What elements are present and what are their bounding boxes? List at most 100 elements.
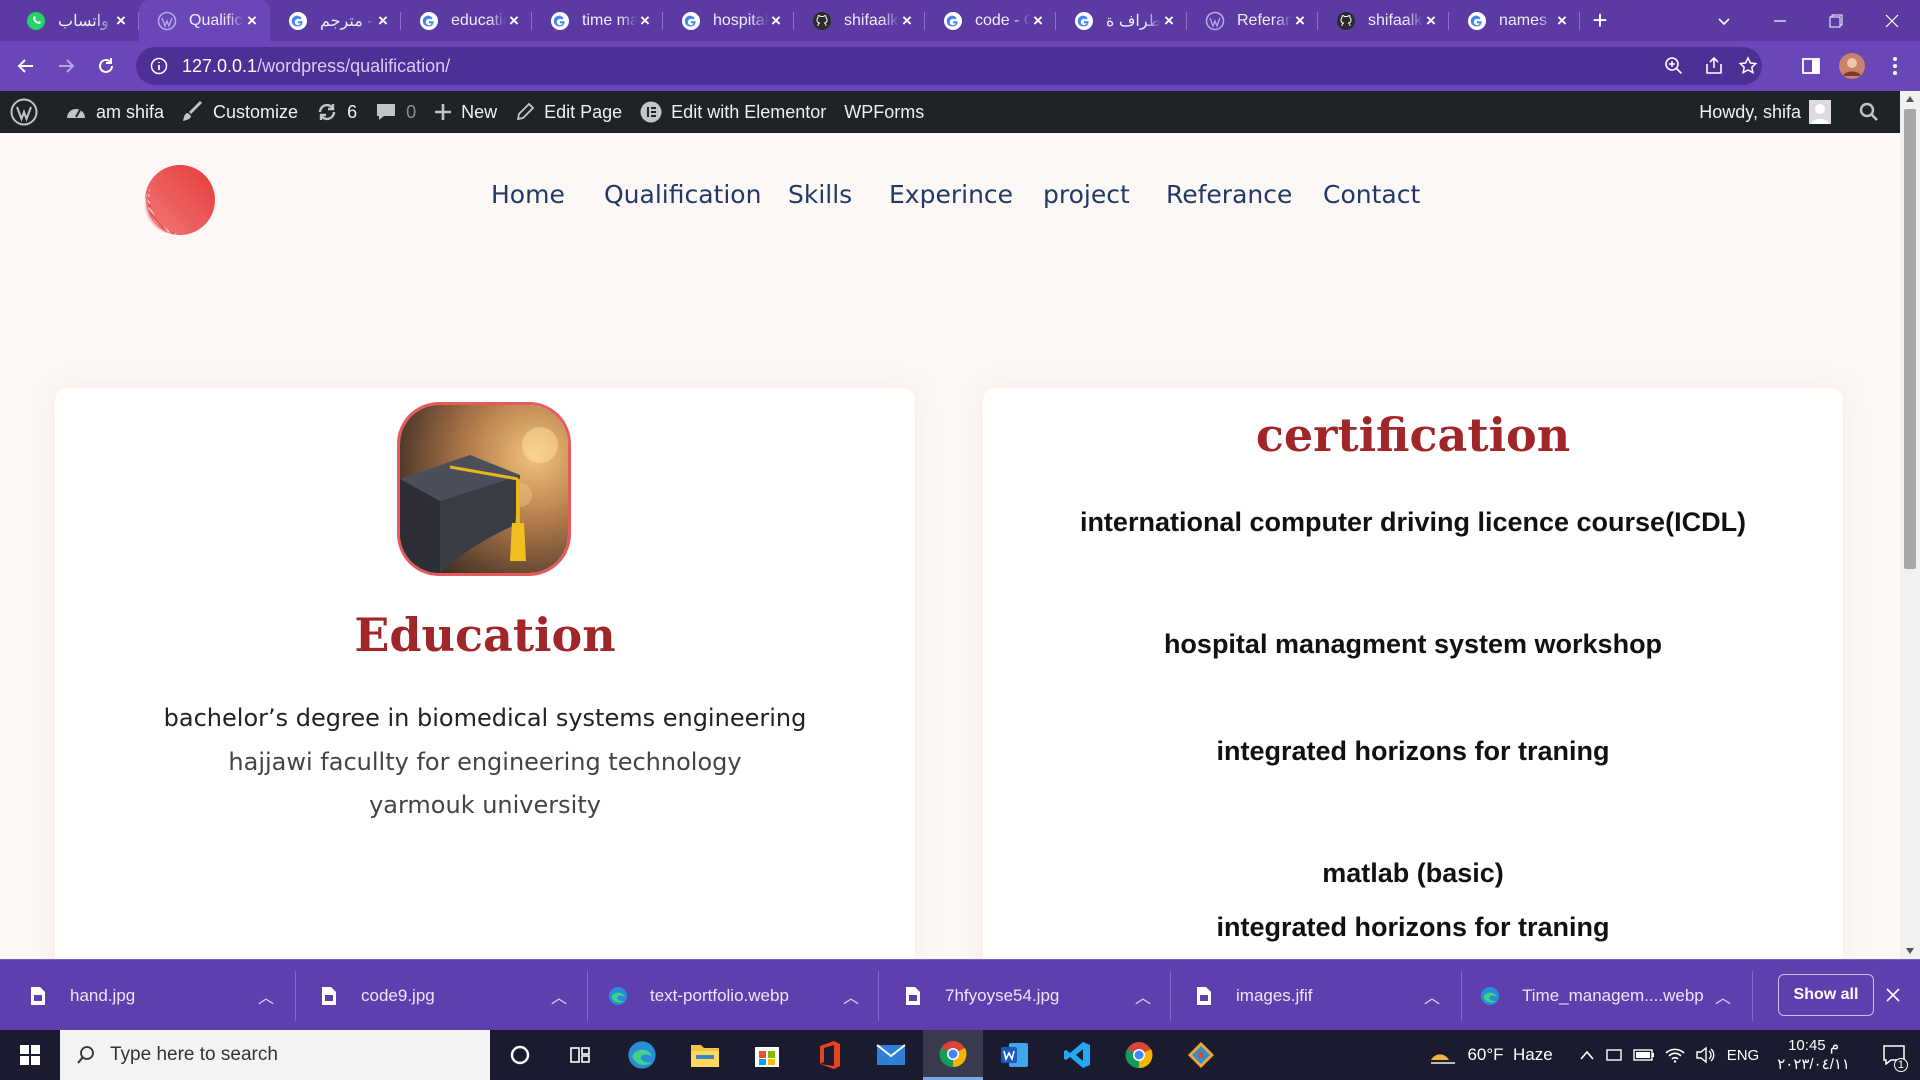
start-button[interactable] [0, 1030, 60, 1080]
browser-tab[interactable]: names × [1449, 0, 1580, 41]
download-item[interactable]: 7hfyoyse54.jpg ︿ [903, 960, 1151, 1031]
chevron-up-icon[interactable]: ︿ [843, 984, 859, 1008]
taskbar-chrome-2[interactable] [1109, 1030, 1169, 1080]
close-tab-icon[interactable]: × [1161, 11, 1177, 31]
browser-tab[interactable]: واتساب × [8, 0, 139, 41]
nav-project[interactable]: project [1043, 180, 1130, 209]
close-tab-icon[interactable]: × [899, 11, 915, 31]
wp-edit-elementor-link[interactable]: Edit with Elementor [631, 91, 835, 133]
taskbar-git-gui[interactable] [1171, 1030, 1231, 1080]
notification-center-button[interactable]: 1 [1874, 1030, 1914, 1080]
close-tab-icon[interactable]: × [637, 11, 653, 31]
browser-tab[interactable]: shifaalk × [1318, 0, 1449, 41]
wp-updates-link[interactable]: 6 [307, 91, 366, 133]
bookmark-star-icon[interactable] [1738, 56, 1758, 76]
volume-icon[interactable] [1695, 1046, 1715, 1064]
scrollbar-thumb[interactable] [1904, 109, 1916, 569]
close-window-button[interactable] [1864, 0, 1920, 41]
chevron-up-icon[interactable] [1579, 1049, 1595, 1061]
share-icon[interactable] [1704, 56, 1724, 76]
back-button[interactable] [6, 46, 46, 86]
restore-button[interactable] [1808, 0, 1864, 41]
taskbar-office[interactable] [800, 1030, 860, 1080]
close-tab-icon[interactable]: × [1554, 11, 1570, 31]
browser-tab[interactable]: code - G× [925, 0, 1056, 41]
wp-site-menu[interactable]: am shifa [56, 91, 173, 133]
close-tab-icon[interactable]: × [1292, 11, 1308, 31]
browser-tab[interactable]: Qualification× [139, 0, 270, 41]
taskbar-word[interactable] [985, 1030, 1045, 1080]
close-tab-icon[interactable]: × [244, 11, 260, 31]
wp-logo-menu[interactable] [0, 91, 56, 133]
language-indicator[interactable]: ENG [1727, 1047, 1760, 1064]
reload-button[interactable] [86, 46, 126, 86]
chevron-up-icon[interactable]: ︿ [258, 984, 274, 1008]
download-item[interactable]: Time_managem....webp ︿ [1480, 960, 1742, 1031]
browser-tab[interactable]: education× [401, 0, 532, 41]
download-item[interactable]: hand.jpg ︿ [28, 960, 276, 1031]
taskbar-store[interactable] [737, 1030, 797, 1080]
clock[interactable]: 10:45 م ٢٠٢٣/٠٤/١١ [1777, 1036, 1850, 1074]
download-item[interactable]: text-portfolio.webp ︿ [608, 960, 859, 1031]
side-panel-button[interactable] [1796, 51, 1826, 81]
nav-skills[interactable]: Skills [788, 180, 852, 209]
cortana-button[interactable] [490, 1030, 550, 1080]
scroll-up-icon[interactable] [1905, 95, 1915, 103]
taskbar-edge[interactable] [612, 1030, 672, 1080]
nav-home[interactable]: Home [491, 180, 565, 209]
browser-tab[interactable]: مترجم - × [270, 0, 401, 41]
download-item[interactable]: code9.jpg ︿ [319, 960, 567, 1031]
close-tab-icon[interactable]: × [113, 11, 129, 31]
close-tab-icon[interactable]: × [1030, 11, 1046, 31]
nav-referance[interactable]: Referance [1166, 180, 1292, 209]
taskbar-chrome[interactable] [923, 1030, 983, 1080]
taskbar-search-box[interactable]: Type here to search [60, 1030, 490, 1080]
download-item[interactable]: images.jfif ︿ [1194, 960, 1442, 1031]
show-all-downloads-button[interactable]: Show all [1778, 974, 1874, 1016]
wp-account-menu[interactable]: Howdy, shifa [1690, 91, 1850, 133]
scroll-down-icon[interactable] [1905, 947, 1915, 955]
browser-tab[interactable]: اطراف ة × [1056, 0, 1187, 41]
weather-widget[interactable]: 60°F Haze [1429, 1044, 1553, 1066]
forward-button[interactable] [46, 46, 86, 86]
nav-qualification[interactable]: Qualification [604, 180, 761, 209]
close-downloads-button[interactable] [1886, 982, 1900, 1008]
taskbar-vscode[interactable] [1047, 1030, 1107, 1080]
browser-tab[interactable]: shifaalk × [794, 0, 925, 41]
browser-tab[interactable]: hospital × [663, 0, 794, 41]
minimize-button[interactable] [1752, 0, 1808, 41]
close-tab-icon[interactable]: × [1423, 11, 1439, 31]
zoom-icon[interactable] [1664, 56, 1684, 76]
nav-contact[interactable]: Contact [1323, 180, 1420, 209]
profile-button[interactable] [1837, 51, 1867, 81]
page-scrollbar[interactable] [1900, 91, 1920, 959]
chevron-up-icon[interactable]: ︿ [551, 984, 567, 1008]
address-bar[interactable]: 127.0.0.1/wordpress/qualification/ [136, 47, 1762, 85]
chevron-up-icon[interactable]: ︿ [1424, 984, 1440, 1008]
browser-tab[interactable]: Referan × [1187, 0, 1318, 41]
wp-customize-link[interactable]: Customize [173, 91, 307, 133]
chevron-up-icon[interactable]: ︿ [1715, 984, 1731, 1008]
wp-new-content-menu[interactable]: New [425, 91, 506, 133]
wp-search-button[interactable] [1850, 91, 1900, 133]
meet-now-icon[interactable] [1605, 1046, 1623, 1064]
chevron-up-icon[interactable]: ︿ [1135, 984, 1151, 1008]
close-tab-icon[interactable]: × [506, 11, 522, 31]
taskbar-file-explorer[interactable] [675, 1030, 735, 1080]
browser-tab[interactable]: time ma × [532, 0, 663, 41]
tab-search-button[interactable] [1696, 0, 1752, 41]
wp-edit-page-link[interactable]: Edit Page [506, 91, 631, 133]
info-icon[interactable] [150, 57, 168, 75]
wifi-icon[interactable] [1665, 1047, 1685, 1063]
new-tab-button[interactable]: + [1580, 0, 1620, 41]
close-tab-icon[interactable]: × [375, 11, 391, 31]
wp-wpforms-menu[interactable]: WPForms [835, 91, 933, 133]
taskbar-mail[interactable] [861, 1030, 921, 1080]
wordpress-icon [157, 11, 177, 31]
wp-comments-link[interactable]: 0 [366, 91, 425, 133]
browser-menu-button[interactable] [1880, 51, 1910, 81]
battery-icon[interactable] [1632, 1048, 1655, 1062]
nav-experince[interactable]: Experince [889, 180, 1013, 209]
task-view-button[interactable] [550, 1030, 610, 1080]
close-tab-icon[interactable]: × [768, 11, 784, 31]
